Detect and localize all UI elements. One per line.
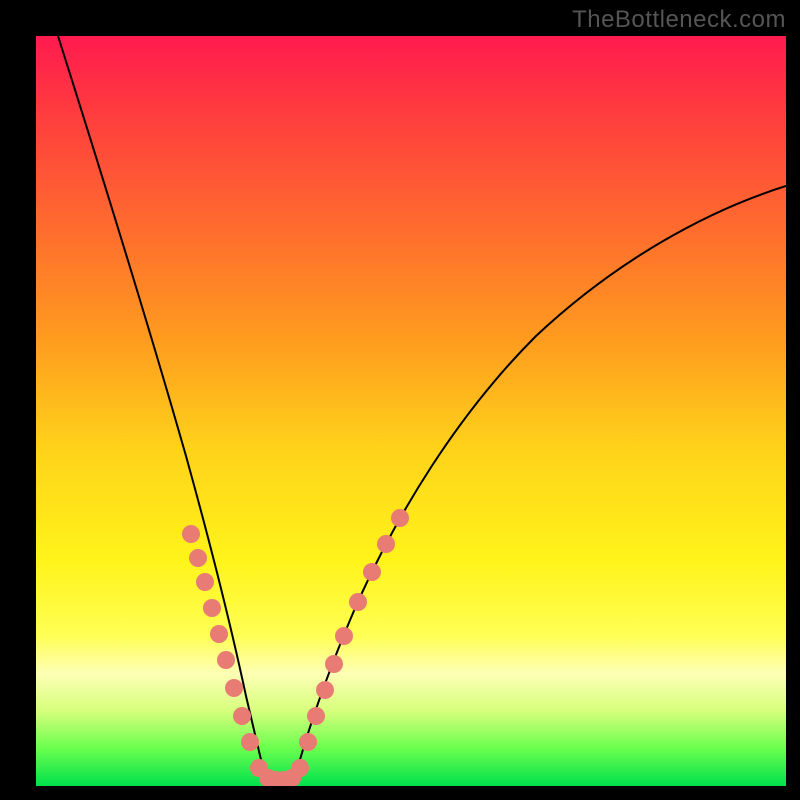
watermark-text: TheBottleneck.com <box>572 6 786 34</box>
data-dot <box>391 509 409 527</box>
data-dot <box>363 563 381 581</box>
data-dot <box>233 707 251 725</box>
data-dot <box>377 535 395 553</box>
data-dot <box>299 733 317 751</box>
right-curve-dots <box>299 509 409 751</box>
chart-frame: TheBottleneck.com <box>0 0 800 800</box>
data-dot <box>241 733 259 751</box>
left-curve-dots <box>182 525 259 751</box>
data-dot <box>291 759 309 777</box>
data-dot <box>307 707 325 725</box>
data-dot <box>349 593 367 611</box>
data-dot <box>210 625 228 643</box>
data-dot <box>316 681 334 699</box>
data-dot <box>225 679 243 697</box>
data-dot <box>189 549 207 567</box>
data-dot <box>182 525 200 543</box>
data-dot <box>196 573 214 591</box>
left-curve <box>58 36 266 781</box>
curve-layer <box>36 36 786 786</box>
data-dot <box>325 655 343 673</box>
data-dot <box>203 599 221 617</box>
bottom-dots <box>250 759 309 786</box>
right-curve <box>294 186 786 781</box>
data-dot <box>217 651 235 669</box>
plot-area <box>36 36 786 786</box>
data-dot <box>335 627 353 645</box>
